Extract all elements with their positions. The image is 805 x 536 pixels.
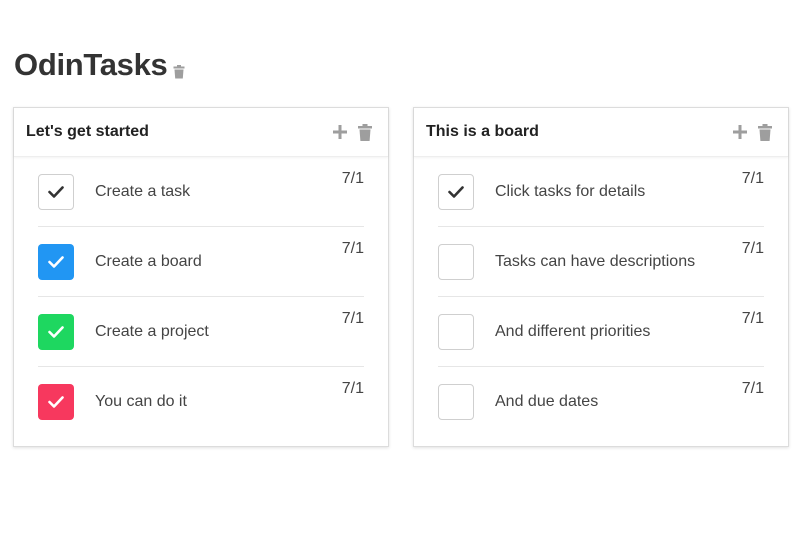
task-item[interactable]: Create a task 7/1 (38, 157, 364, 227)
task-item[interactable]: Click tasks for details 7/1 (438, 157, 764, 227)
board-header: This is a board (414, 108, 788, 157)
task-label: Create a project (95, 322, 209, 340)
add-task-icon[interactable] (332, 123, 348, 141)
task-label: You can do it (95, 392, 187, 410)
check-icon (448, 185, 464, 198)
task-date: 7/1 (341, 380, 364, 397)
app-root: OdinTasks Let's get started Create a tas… (0, 0, 805, 536)
check-icon (48, 255, 64, 268)
board-actions (732, 123, 773, 141)
task-item[interactable]: You can do it 7/1 (38, 367, 364, 436)
task-date: 7/1 (341, 170, 364, 187)
task-date: 7/1 (341, 310, 364, 327)
task-checkbox[interactable] (38, 313, 74, 350)
add-task-icon[interactable] (732, 123, 748, 141)
task-label: Create a board (95, 252, 202, 270)
task-label: Click tasks for details (495, 182, 646, 200)
board-this-is-a-board: This is a board Click tasks for details … (413, 107, 789, 447)
task-label: Create a task (95, 182, 191, 200)
check-icon (48, 395, 64, 408)
task-item[interactable]: Tasks can have descriptions 7/1 (438, 227, 764, 297)
check-icon (48, 185, 64, 198)
delete-project-icon[interactable] (173, 65, 185, 79)
task-checkbox[interactable] (438, 313, 474, 350)
board-actions (332, 123, 373, 141)
task-date: 7/1 (741, 380, 764, 397)
task-date: 7/1 (741, 310, 764, 327)
task-checkbox[interactable] (438, 383, 474, 420)
task-checkbox[interactable] (38, 173, 74, 210)
task-list: Create a task 7/1 Create a board 7/1 Cre… (14, 157, 388, 436)
task-checkbox[interactable] (438, 243, 474, 280)
task-item[interactable]: Create a board 7/1 (38, 227, 364, 297)
task-label: And due dates (495, 392, 599, 410)
task-label: Tasks can have descriptions (495, 252, 696, 270)
task-checkbox[interactable] (38, 383, 74, 420)
task-item[interactable]: And different priorities 7/1 (438, 297, 764, 367)
task-date: 7/1 (341, 240, 364, 257)
task-list: Click tasks for details 7/1 Tasks can ha… (414, 157, 788, 436)
app-title: OdinTasks (14, 47, 168, 82)
board-lets-get-started: Let's get started Create a task 7/1 Crea… (13, 107, 389, 447)
delete-board-icon[interactable] (757, 123, 773, 141)
check-icon (48, 325, 64, 338)
board-title: This is a board (426, 123, 539, 140)
task-item[interactable]: And due dates 7/1 (438, 367, 764, 436)
task-label: And different priorities (495, 322, 651, 340)
task-date: 7/1 (741, 240, 764, 257)
header: OdinTasks (14, 47, 185, 83)
task-checkbox[interactable] (38, 243, 74, 280)
task-checkbox[interactable] (438, 173, 474, 210)
delete-board-icon[interactable] (357, 123, 373, 141)
task-item[interactable]: Create a project 7/1 (38, 297, 364, 367)
board-title: Let's get started (26, 123, 149, 140)
task-date: 7/1 (741, 170, 764, 187)
board-header: Let's get started (14, 108, 388, 157)
